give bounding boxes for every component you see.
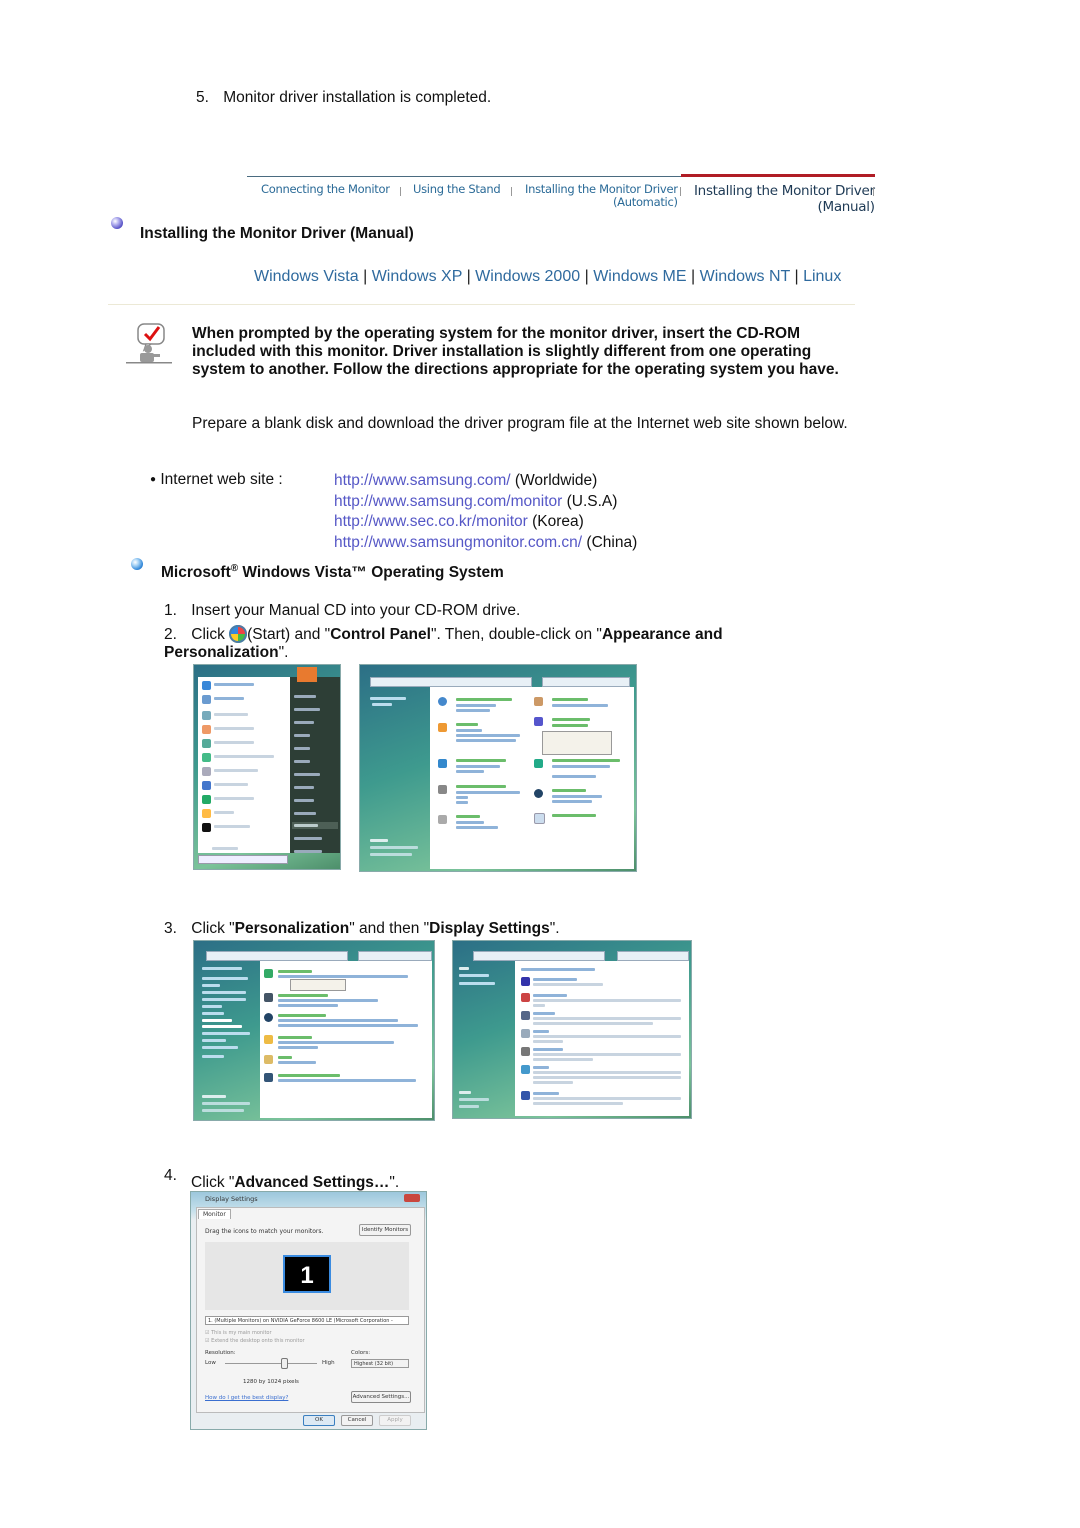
step-3: 3. Click "Personalization" and then "Dis… [164,920,560,937]
section-title: Installing the Monitor Driver (Manual) [140,225,414,242]
bullet-ball-icon [111,217,123,229]
resolution-slider-track [225,1363,317,1364]
windows-start-orb-icon [229,625,248,643]
os-link-windows-2000[interactable]: Windows 2000 [475,268,580,285]
tab-driver-automatic[interactable]: Installing the Monitor Driver (Automatic… [525,183,678,209]
checkmark-notice-icon [126,322,174,364]
drag-instruction: Drag the icons to match your monitors. [205,1228,324,1235]
notice-body-text: Prepare a blank disk and download the dr… [192,415,848,432]
os-link-windows-xp[interactable]: Windows XP [372,268,462,285]
website-entry: http://www.samsungmonitor.com.cn/ (China… [334,533,638,551]
website-list: http://www.samsung.com/ (Worldwide) http… [334,471,637,553]
screenshot-appearance-personalization [193,940,435,1121]
step-1: 1. Insert your Manual CD into your CD-RO… [164,602,521,619]
step-4: Click "Advanced Settings…". [191,1174,400,1191]
cancel-button: Cancel [341,1415,373,1426]
identify-monitors-button: Identify Monitors [359,1224,411,1236]
colors-select: Highest (32 bit) [351,1359,409,1368]
resolution-value: 1280 by 1024 pixels [243,1379,299,1385]
screenshot-display-settings: Display Settings Monitor Drag the icons … [190,1191,427,1430]
ok-button: OK [303,1415,335,1426]
website-url-china[interactable]: http://www.samsungmonitor.com.cn/ [334,534,582,551]
step-4-number: 4. [164,1167,177,1184]
bullet-ball-icon [131,558,143,570]
os-link-linux[interactable]: Linux [803,268,841,285]
tab-separator [873,187,874,196]
advanced-settings-button: Advanced Settings... [351,1391,411,1403]
screenshot-control-panel [359,664,637,872]
step-text: Monitor driver installation is completed… [223,89,492,106]
tab-separator [400,187,401,196]
tab-separator [511,187,512,196]
website-url-usa[interactable]: http://www.samsung.com/monitor [334,493,562,510]
main-monitor-checkbox: ☑ This is my main monitor [205,1330,272,1336]
tab-using-stand[interactable]: Using the Stand [413,183,501,196]
website-entry: http://www.sec.co.kr/monitor (Korea) [334,513,584,530]
extend-desktop-checkbox: ☑ Extend the desktop onto this monitor [205,1338,305,1344]
screenshot-personalization [452,940,692,1119]
resolution-label: Resolution: [205,1350,236,1356]
tab-monitor: Monitor [198,1209,231,1219]
dialog-title: Display Settings [205,1195,258,1203]
resolution-high-label: High [322,1360,335,1366]
colors-label: Colors: [351,1350,371,1356]
apply-button: Apply [379,1415,411,1426]
website-url-worldwide[interactable]: http://www.samsung.com/ [334,472,511,489]
active-tab-indicator [681,174,875,177]
os-link-windows-vista[interactable]: Windows Vista [254,268,359,285]
best-display-help-link: How do I get the best display? [205,1395,289,1401]
os-links: Windows Vista | Windows XP | Windows 200… [254,268,842,285]
tab-driver-manual[interactable]: Installing the Monitor Driver (Manual) [694,183,875,215]
screenshot-start-menu [193,664,341,870]
notice-bold-text: When prompted by the operating system fo… [192,325,839,379]
resolution-slider-thumb [281,1358,288,1369]
close-icon [404,1194,420,1202]
os-link-windows-nt[interactable]: Windows NT [700,268,790,285]
website-url-korea[interactable]: http://www.sec.co.kr/monitor [334,513,528,530]
os-heading: Microsoft® Windows Vista™ Operating Syst… [161,563,504,582]
step-number: 5. [196,89,209,106]
monitor-1-tile: 1 [283,1255,331,1293]
tab-connecting-monitor[interactable]: Connecting the Monitor [261,183,390,196]
step-5: 5. Monitor driver installation is comple… [196,89,491,107]
tab-separator [680,187,681,196]
website-entry: http://www.samsung.com/monitor (U.S.A) [334,492,618,510]
website-entry: http://www.samsung.com/ (Worldwide) [334,472,598,489]
resolution-low-label: Low [205,1360,216,1366]
horizontal-divider [108,304,855,305]
step-2: 2. Click (Start) and "Control Panel". Th… [164,625,723,661]
display-device-select: 1. (Multiple Monitors) on NVIDIA GeForce… [205,1316,409,1325]
tab-navigation: Connecting the Monitor Using the Stand I… [247,174,875,220]
website-label: ● Internet web site : [150,471,283,488]
tab-divider-line [247,176,681,177]
os-link-windows-me[interactable]: Windows ME [593,268,686,285]
